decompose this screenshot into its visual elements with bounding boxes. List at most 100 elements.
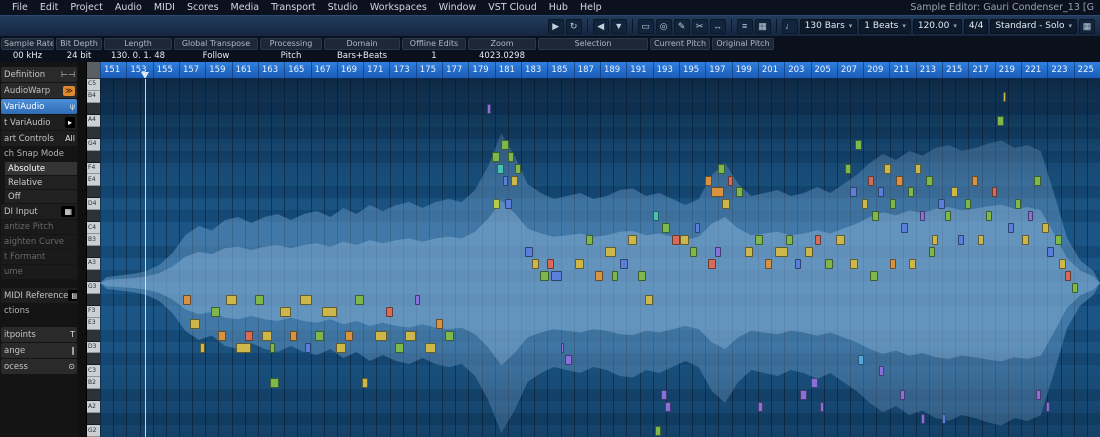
variaudio-segment[interactable] <box>445 331 454 341</box>
variaudio-segment[interactable] <box>728 176 733 186</box>
variaudio-segment[interactable] <box>900 390 905 400</box>
variaudio-segment[interactable] <box>992 187 997 197</box>
inspector-item-process[interactable]: ocess⊙ <box>1 359 77 374</box>
variaudio-segment[interactable] <box>836 235 845 245</box>
variaudio-segment[interactable] <box>845 164 852 174</box>
variaudio-segment[interactable] <box>972 176 977 186</box>
variaudio-segment[interactable] <box>805 247 813 257</box>
variaudio-segment[interactable] <box>653 211 660 221</box>
variaudio-segment[interactable] <box>795 259 802 269</box>
algorithm-select[interactable]: Standard - Solo▾ <box>990 19 1077 34</box>
variaudio-segment[interactable] <box>1015 199 1022 209</box>
variaudio-segment[interactable] <box>920 211 925 221</box>
variaudio-segment[interactable] <box>665 402 672 412</box>
variaudio-segment[interactable] <box>705 176 712 186</box>
midi-reference-icon[interactable]: ▤ <box>68 290 77 301</box>
inspector-item-snap-off[interactable]: Off <box>5 190 77 203</box>
variaudio-segment[interactable] <box>245 331 253 341</box>
variaudio-segment[interactable] <box>200 343 205 353</box>
inspector-item-hitpoints[interactable]: itpointsT <box>1 327 77 342</box>
midi-input-icon[interactable]: ▦ <box>61 206 75 217</box>
variaudio-segment[interactable] <box>362 378 369 388</box>
variaudio-segment[interactable] <box>505 199 512 209</box>
menu-studio[interactable]: Studio <box>322 2 364 13</box>
tempo-field[interactable]: 120.00▾ <box>913 19 962 34</box>
draw-tool-icon[interactable]: ✎ <box>674 19 690 34</box>
variaudio-segment[interactable] <box>680 235 689 245</box>
menu-edit[interactable]: Edit <box>34 2 64 13</box>
variaudio-segment[interactable] <box>262 331 273 341</box>
variaudio-segment[interactable] <box>997 116 1004 126</box>
menu-audio[interactable]: Audio <box>109 2 148 13</box>
variaudio-segment[interactable] <box>511 176 519 186</box>
sample-rate-value[interactable]: 00 kHz <box>0 51 55 62</box>
variaudio-segment[interactable] <box>879 366 884 376</box>
variaudio-segment[interactable] <box>890 259 897 269</box>
variaudio-segment[interactable] <box>878 187 885 197</box>
domain-value[interactable]: Bars+Beats <box>323 51 401 62</box>
variaudio-segment[interactable] <box>722 199 730 209</box>
variaudio-segment[interactable] <box>532 259 540 269</box>
editor-grid-icon[interactable]: ▦ <box>1079 19 1095 34</box>
variaudio-segment[interactable] <box>942 414 946 424</box>
variaudio-segment[interactable] <box>884 164 891 174</box>
inspector-item-definition[interactable]: Definition⊢⊣ <box>1 67 77 82</box>
variaudio-segment[interactable] <box>672 235 680 245</box>
variaudio-segment[interactable] <box>755 235 763 245</box>
edit-variaudio-button[interactable]: ▸ <box>65 117 75 128</box>
inspector-item-midi-input[interactable]: DI Input▦ <box>1 204 77 219</box>
variaudio-segment[interactable] <box>540 271 549 281</box>
selection-tool-icon[interactable]: ▭ <box>638 19 654 34</box>
menu-hub[interactable]: Hub <box>543 2 574 13</box>
variaudio-segment[interactable] <box>786 235 794 245</box>
variaudio-segment[interactable] <box>315 331 324 341</box>
variaudio-segment[interactable] <box>503 176 508 186</box>
variaudio-segment[interactable] <box>1055 235 1062 245</box>
grid-length-select[interactable]: 130 Bars▾ <box>800 19 858 34</box>
variaudio-segment[interactable] <box>872 211 879 221</box>
menu-vst-cloud[interactable]: VST Cloud <box>482 2 543 13</box>
variaudio-segment[interactable] <box>758 402 763 412</box>
autoscroll-icon[interactable]: ▼ <box>611 19 627 34</box>
inspector-item-pitch-snap-mode[interactable]: ch Snap Mode <box>1 147 77 161</box>
global-transpose-value[interactable]: Follow <box>173 51 259 62</box>
variaudio-segment[interactable] <box>1008 223 1015 233</box>
variaudio-segment[interactable] <box>986 211 993 221</box>
variaudio-segment[interactable] <box>605 247 616 257</box>
editor-canvas[interactable] <box>100 79 1100 437</box>
menu-help[interactable]: Help <box>574 2 608 13</box>
variaudio-segment[interactable] <box>938 199 945 209</box>
variaudio-segment[interactable] <box>300 295 312 305</box>
variaudio-segment[interactable] <box>515 164 522 174</box>
variaudio-segment[interactable] <box>415 295 420 305</box>
beats-select[interactable]: 1 Beats▾ <box>859 19 911 34</box>
variaudio-segment[interactable] <box>595 271 603 281</box>
menu-media[interactable]: Media <box>225 2 266 13</box>
volume-icon[interactable]: ◀ <box>593 19 609 34</box>
inspector-item-variaudio[interactable]: VariAudioψ <box>1 99 77 114</box>
variaudio-segment[interactable] <box>395 343 404 353</box>
variaudio-segment[interactable] <box>695 223 700 233</box>
variaudio-segment[interactable] <box>336 343 347 353</box>
variaudio-segment[interactable] <box>255 295 264 305</box>
menu-scores[interactable]: Scores <box>181 2 225 13</box>
variaudio-segment[interactable] <box>493 199 500 209</box>
variaudio-segment[interactable] <box>628 235 637 245</box>
variaudio-segment[interactable] <box>575 259 584 269</box>
variaudio-segment[interactable] <box>586 235 594 245</box>
variaudio-segment[interactable] <box>945 211 952 221</box>
variaudio-segment[interactable] <box>775 247 788 257</box>
variaudio-segment[interactable] <box>280 307 291 317</box>
variaudio-segment[interactable] <box>1042 223 1049 233</box>
smart-controls-all[interactable]: All <box>65 134 75 143</box>
variaudio-segment[interactable] <box>620 259 628 269</box>
variaudio-segment[interactable] <box>958 235 965 245</box>
audition-loop-icon[interactable]: ↻ <box>566 19 582 34</box>
variaudio-segment[interactable] <box>386 307 394 317</box>
variaudio-segment[interactable] <box>218 331 226 341</box>
scrub-tool-icon[interactable]: ↔ <box>710 19 726 34</box>
variaudio-segment[interactable] <box>565 355 573 365</box>
variaudio-segment[interactable] <box>868 176 873 186</box>
variaudio-segment[interactable] <box>1036 390 1041 400</box>
inspector-item-functions[interactable]: ctions <box>1 304 77 318</box>
